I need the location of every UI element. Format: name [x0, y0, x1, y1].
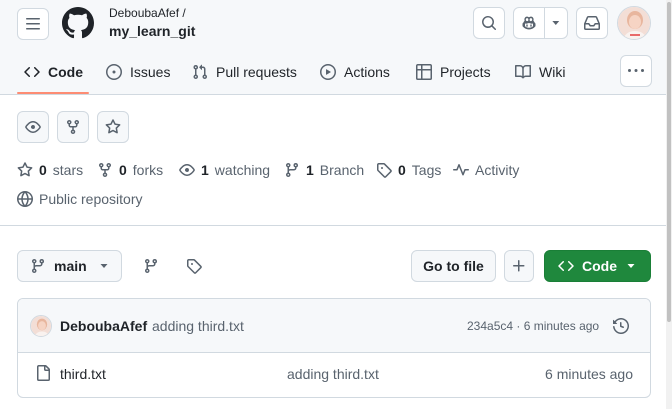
- pull-request-icon: [193, 64, 208, 80]
- user-avatar[interactable]: [617, 6, 651, 40]
- visibility-stat: Public repository: [17, 191, 143, 207]
- branch-icon: [144, 259, 157, 274]
- tab-actions[interactable]: Actions: [320, 58, 390, 86]
- inbox-icon: [584, 15, 600, 30]
- globe-icon: [17, 191, 33, 207]
- fork-icon: [99, 163, 111, 178]
- more-tabs-button[interactable]: [620, 55, 652, 87]
- star-icon: [17, 162, 33, 177]
- stars-stat[interactable]: 0 stars: [17, 162, 83, 178]
- tab-projects-label: Projects: [440, 64, 491, 80]
- tab-pull-requests[interactable]: Pull requests: [192, 58, 297, 86]
- activity-label: Activity: [475, 162, 520, 178]
- history-icon: [613, 318, 629, 334]
- file-icon: [37, 365, 50, 381]
- branch-select[interactable]: main: [17, 250, 122, 282]
- branch-name: main: [54, 258, 87, 274]
- eye-icon: [25, 121, 41, 133]
- fork-icon: [67, 120, 79, 135]
- watching-stat[interactable]: 1 watching: [179, 162, 270, 178]
- commit-message[interactable]: adding third.txt: [152, 318, 244, 334]
- add-file-button[interactable]: [504, 250, 534, 282]
- commit-author[interactable]: DeboubaAfef: [60, 318, 147, 334]
- branch-label: Branch: [319, 162, 365, 178]
- forks-count: 0: [119, 162, 127, 178]
- watch-button[interactable]: [17, 111, 49, 143]
- file-commit-message[interactable]: adding third.txt: [287, 366, 379, 382]
- file-name[interactable]: third.txt: [60, 366, 106, 382]
- tab-actions-label: Actions: [344, 64, 390, 80]
- play-icon: [320, 64, 336, 80]
- tab-code-label: Code: [48, 64, 83, 80]
- branches-link[interactable]: [139, 256, 163, 276]
- inbox-button[interactable]: [576, 7, 608, 39]
- watching-count: 1: [201, 162, 209, 178]
- kebab-horizontal-icon: [628, 69, 644, 72]
- activity-stat[interactable]: Activity: [453, 162, 519, 178]
- tags-count: 0: [398, 162, 406, 178]
- history-button[interactable]: [610, 315, 632, 337]
- star-icon: [105, 119, 121, 134]
- star-button[interactable]: [97, 111, 129, 143]
- repo-owner-link[interactable]: DeboubaAfef /: [109, 6, 186, 20]
- github-logo[interactable]: [62, 7, 94, 39]
- eye-icon: [179, 164, 195, 176]
- visibility-label: Public repository: [39, 191, 143, 207]
- tag-icon: [187, 259, 202, 274]
- stars-label: stars: [52, 162, 84, 178]
- commit-author-avatar[interactable]: [30, 315, 52, 337]
- stars-count: 0: [39, 162, 47, 178]
- tags-stat[interactable]: 0 Tags: [376, 162, 441, 178]
- code-icon: [558, 260, 574, 272]
- repo-name-link[interactable]: my_learn_git: [109, 23, 195, 39]
- tab-wiki[interactable]: Wiki: [515, 58, 565, 86]
- section-divider: [0, 225, 672, 226]
- forks-label: forks: [132, 162, 164, 178]
- tag-icon: [377, 163, 392, 178]
- copilot-icon: [522, 16, 536, 30]
- chevron-down-icon: [627, 264, 635, 268]
- branches-stat[interactable]: 1 Branch: [284, 162, 364, 178]
- branch-icon: [31, 259, 44, 274]
- issue-icon: [106, 64, 122, 80]
- branch-count: 1: [306, 162, 314, 178]
- chevron-down-icon: [100, 264, 108, 268]
- forks-stat[interactable]: 0 forks: [97, 162, 163, 178]
- watching-label: watching: [214, 162, 271, 178]
- tags-label: Tags: [411, 162, 442, 178]
- commit-info[interactable]: 234a5c4 · 6 minutes ago: [467, 319, 599, 333]
- pulse-icon: [453, 164, 469, 176]
- code-icon: [24, 66, 40, 78]
- fork-button[interactable]: [57, 111, 89, 143]
- active-tab-underline: [17, 92, 89, 94]
- plus-icon: [513, 260, 525, 272]
- tab-issues[interactable]: Issues: [106, 58, 170, 86]
- branch-icon: [285, 163, 298, 178]
- tab-issues-label: Issues: [130, 64, 171, 80]
- tab-pull-requests-label: Pull requests: [216, 64, 297, 80]
- search-icon: [482, 16, 497, 31]
- menu-button[interactable]: [17, 8, 49, 40]
- tags-link[interactable]: [182, 256, 206, 276]
- book-icon: [515, 64, 531, 79]
- scrollbar-thumb[interactable]: [667, 2, 671, 322]
- go-to-file-button[interactable]: Go to file: [411, 250, 496, 282]
- file-age: 6 minutes ago: [545, 366, 633, 382]
- table-icon: [416, 64, 432, 80]
- copilot-icon-wrap: [514, 8, 546, 38]
- tab-wiki-label: Wiki: [539, 64, 566, 80]
- search-button[interactable]: [473, 7, 505, 39]
- tab-code[interactable]: Code: [24, 58, 83, 86]
- code-button-label: Code: [582, 258, 617, 274]
- table-row[interactable]: third.txt adding third.txt 6 minutes ago: [18, 353, 650, 397]
- hamburger-icon: [26, 18, 40, 30]
- copilot-button[interactable]: [513, 7, 568, 39]
- github-icon: [62, 7, 94, 39]
- tab-projects[interactable]: Projects: [416, 58, 491, 86]
- chevron-down-icon[interactable]: [545, 15, 567, 31]
- code-download-button[interactable]: Code: [544, 250, 651, 282]
